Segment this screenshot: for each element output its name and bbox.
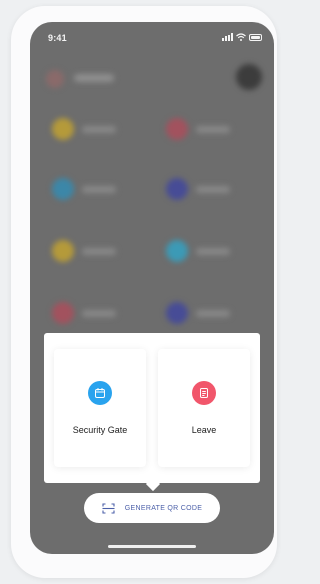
status-icons [222, 33, 262, 41]
dashboard-tile [52, 240, 116, 262]
leave-option[interactable]: Leave [158, 349, 250, 467]
phone-screen: 9:41 Security Gate Leave GENERATE QR COD… [30, 22, 274, 554]
document-icon [192, 381, 216, 405]
status-bar: 9:41 [30, 22, 274, 52]
avatar [46, 70, 64, 88]
signal-icon [222, 33, 233, 41]
profile-avatar [236, 64, 262, 90]
security-gate-label: Security Gate [72, 425, 128, 435]
blurred-dashboard [30, 52, 274, 352]
user-name-placeholder [74, 74, 114, 82]
generate-qr-code-button[interactable]: GENERATE QR CODE [84, 493, 220, 523]
security-gate-option[interactable]: Security Gate [54, 349, 146, 467]
scan-icon [102, 502, 115, 514]
dashboard-tile [166, 178, 230, 200]
generate-qr-code-label: GENERATE QR CODE [124, 504, 203, 512]
dashboard-tile [166, 240, 230, 262]
battery-icon [249, 34, 262, 41]
dashboard-tile [52, 178, 116, 200]
dashboard-tile [52, 302, 116, 324]
leave-label: Leave [191, 425, 217, 435]
status-time: 9:41 [48, 33, 67, 43]
options-popup: Security Gate Leave [44, 333, 260, 483]
home-indicator [108, 545, 196, 548]
wifi-icon [236, 33, 246, 41]
dashboard-tile [166, 302, 230, 324]
dashboard-tile [166, 118, 230, 140]
calendar-icon [88, 381, 112, 405]
dashboard-tile [52, 118, 116, 140]
